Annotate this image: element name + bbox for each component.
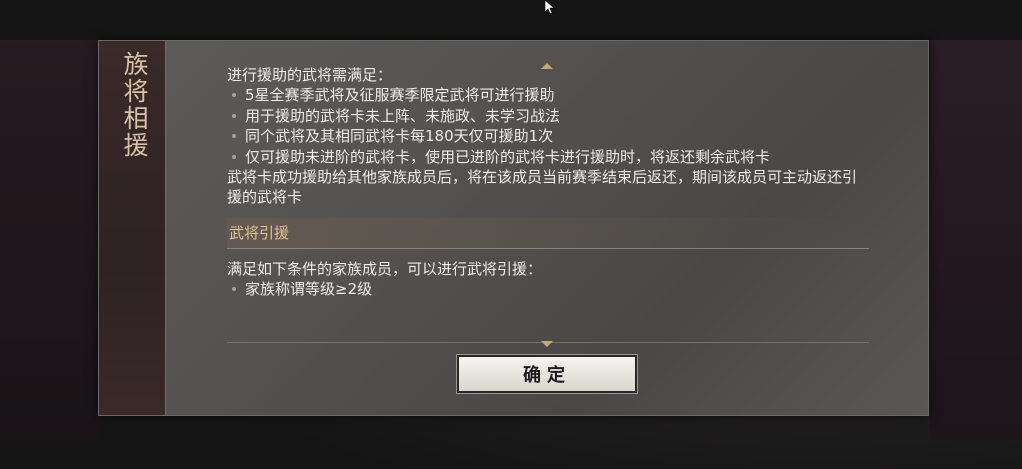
list-item: 用于援助的武将卡未上阵、未施政、未学习战法 [227,106,869,126]
requirement-text: 5星全赛季武将及征服赛季限定武将可进行援助 [245,86,555,105]
chevron-down-icon[interactable] [541,341,553,347]
bullet-dot-icon [232,154,236,159]
requirement-text: 仅可援助未进阶的武将卡，使用已进阶的武将卡进行援助时，将返还剩余武将卡 [245,147,771,166]
list-item: 家族称谓等级≥2级 [227,279,869,299]
section-item-text: 家族称谓等级≥2级 [245,280,373,299]
bullet-dot-icon [232,134,236,139]
bullet-dot-icon [232,93,236,98]
confirm-button[interactable]: 确定 [457,355,637,393]
section-header-hero-loan: 武将引援 [227,217,869,249]
requirement-text: 同个武将及其相同武将卡每180天仅可援助1次 [245,127,554,146]
return-note: 武将卡成功援助给其他家族成员后，将在该成员当前赛季结束后返还，期间该成员可主动返… [227,168,858,207]
requirement-text: 用于援助的武将卡未上阵、未施政、未学习战法 [245,106,561,125]
list-item: 同个武将及其相同武将卡每180天仅可援助1次 [227,126,869,146]
list-item: 仅可援助未进阶的武将卡，使用已进阶的武将卡进行援助时，将返还剩余武将卡 [227,147,869,167]
bullet-dot-icon [232,287,236,292]
background-left-panel [0,40,100,440]
list-item: 5星全赛季武将及征服赛季限定武将可进行援助 [227,85,869,105]
background-right-panel [930,40,1022,440]
mouse-cursor-icon [545,0,555,14]
hero-assist-dialog: 族将相援 进行援助的武将需满足： 5星全赛季武将及征服赛季限定武将可进行援助 用… [98,40,929,416]
rules-content[interactable]: 进行援助的武将需满足： 5星全赛季武将及征服赛季限定武将可进行援助 用于援助的武… [227,65,869,300]
requirements-intro: 进行援助的武将需满足： [227,66,393,84]
section-intro: 满足如下条件的家族成员，可以进行武将引援： [227,259,543,278]
dialog-title: 族将相援 [120,51,149,159]
bullet-dot-icon [232,113,236,118]
dialog-title-panel: 族将相援 [99,41,166,415]
